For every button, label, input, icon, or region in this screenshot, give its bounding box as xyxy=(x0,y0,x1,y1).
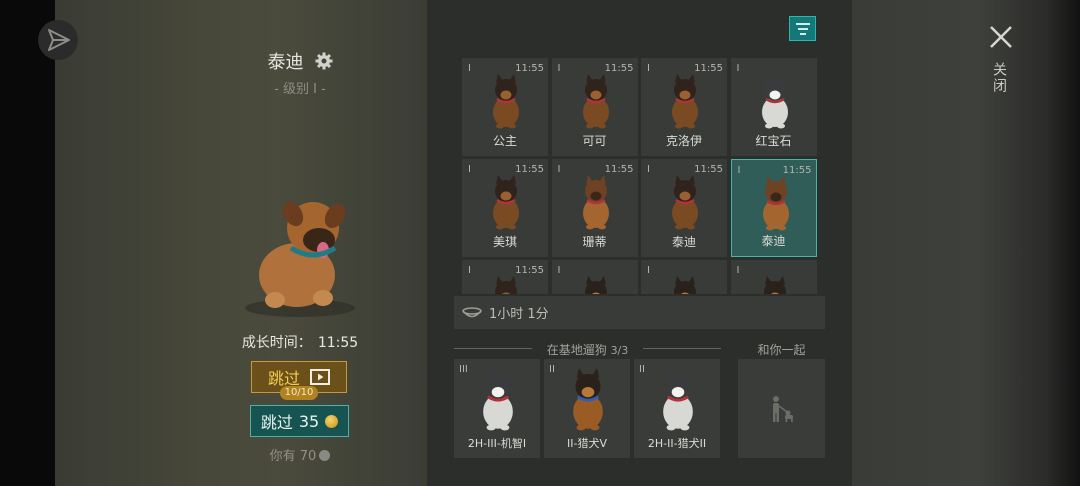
dog-card[interactable]: I 红宝石 xyxy=(730,58,817,156)
gold-coin-icon xyxy=(325,414,339,428)
dog-icon xyxy=(672,175,698,230)
walk-with-you-slot[interactable] xyxy=(738,359,825,458)
filter-icon xyxy=(795,22,810,35)
dog-name: 2H-III-机智I xyxy=(467,437,527,450)
person-walking-dog-icon xyxy=(772,395,793,422)
dog-icon xyxy=(582,74,609,129)
dog-level: I xyxy=(647,63,650,74)
dog-level: I xyxy=(647,164,650,175)
dog-name: 珊蒂 xyxy=(582,235,607,249)
dog-level: I xyxy=(468,164,471,175)
base-dog-card[interactable]: III 2H-III-机智I xyxy=(454,359,540,458)
dog-level: I xyxy=(736,63,740,74)
dog-card[interactable]: I 11:55 美琪 xyxy=(462,159,548,257)
dog-grid: I 11:55 公主 I 11:55 可可 I 11:55 克洛伊 I 红宝石 I 11:55 美琪 I 11… xyxy=(462,58,817,294)
dog-icon xyxy=(495,276,517,294)
dog-icon xyxy=(493,175,519,230)
base-walk-title: 在基地遛狗 3/3 xyxy=(454,341,721,358)
dog-name: 2H-II-猎犬II xyxy=(647,437,707,450)
dog-level: II xyxy=(639,364,645,375)
with-you-label: 和你一起 xyxy=(757,343,806,357)
dog-name: 美琪 xyxy=(492,235,517,249)
base-dog-card[interactable]: II 2H-II-猎犬II xyxy=(634,359,720,458)
dog-icon xyxy=(761,74,788,129)
pet-name: 泰迪 xyxy=(267,52,304,73)
close-label[interactable]: 关闭 xyxy=(989,62,1009,94)
skip-coin-cost: 35 xyxy=(298,411,320,431)
dog-level: I xyxy=(737,165,741,176)
feed-timer-text: 1小时 1分 xyxy=(489,307,549,322)
gear-icon[interactable] xyxy=(315,52,333,74)
dog-icon xyxy=(763,276,786,294)
skip-coin-button[interactable]: 跳过 35 xyxy=(250,405,349,437)
dog-icon xyxy=(672,74,698,129)
dog-icon xyxy=(493,74,519,129)
pet-level: - 级别 I - xyxy=(274,82,326,97)
base-walk-count: 3/3 xyxy=(610,344,629,357)
dog-level: I xyxy=(468,63,471,74)
dog-name: 泰迪 xyxy=(671,235,696,249)
dog-level: I xyxy=(557,63,561,74)
letterbox-left xyxy=(0,0,55,486)
dog-level: I xyxy=(647,265,650,276)
dog-name: 泰迪 xyxy=(761,234,786,248)
skip-coin-label: 跳过 xyxy=(260,413,293,432)
feed-timer-bar: 1小时 1分 xyxy=(454,296,825,329)
coin-icon xyxy=(319,450,331,461)
dog-level: I xyxy=(736,265,740,276)
dog-icon xyxy=(573,368,603,431)
base-walk-header: 在基地遛狗 3/3 xyxy=(454,341,721,358)
dog-level: I xyxy=(468,265,471,276)
close-icon[interactable] xyxy=(986,22,1016,52)
food-bowl-icon xyxy=(462,306,482,317)
grow-time-value: 11:55 xyxy=(317,335,359,351)
dog-name: 可可 xyxy=(582,134,607,148)
dog-name: II-猎犬V xyxy=(567,437,607,450)
puppy-portrait xyxy=(245,201,355,317)
base-walk-label: 在基地遛狗 xyxy=(546,343,607,357)
paper-plane-icon xyxy=(48,29,70,51)
coin-balance: 你有 70 xyxy=(250,445,350,464)
right-side-background xyxy=(852,0,1080,486)
dog-card[interactable]: I 11:55 可可 xyxy=(551,58,638,156)
dog-card[interactable]: I xyxy=(730,260,817,294)
dog-icon xyxy=(674,276,696,294)
dog-card[interactable]: I 11:55 公主 xyxy=(462,58,548,156)
pet-title: 泰迪 xyxy=(200,48,400,74)
dog-name: 红宝石 xyxy=(755,134,792,148)
dog-icon xyxy=(584,276,607,294)
dog-level: III xyxy=(459,364,468,375)
filter-button[interactable] xyxy=(789,16,816,41)
dog-level: II xyxy=(549,364,555,375)
dog-name: 克洛伊 xyxy=(665,134,702,148)
dog-card[interactable]: I 11:55 克洛伊 xyxy=(641,58,727,156)
dog-card[interactable]: I 11:55 泰迪 xyxy=(641,159,727,257)
dog-card[interactable]: I xyxy=(641,260,727,294)
dog-card[interactable]: I xyxy=(551,260,638,294)
video-play-icon xyxy=(310,369,330,385)
dog-name: 公主 xyxy=(492,134,517,148)
dog-level: I xyxy=(557,164,561,175)
grow-time: 成长时间： 11:55 xyxy=(200,332,400,352)
base-dog-card[interactable]: II II-猎犬V xyxy=(544,359,630,458)
coin-balance-text: 你有 70 xyxy=(269,449,317,464)
dog-icon xyxy=(582,175,609,230)
share-button[interactable] xyxy=(38,20,78,60)
grow-label: 成长时间： xyxy=(241,335,312,351)
dog-level: I xyxy=(557,265,561,276)
dog-icon xyxy=(663,368,693,431)
ad-count-badge: 10/10 xyxy=(280,386,318,400)
dog-icon xyxy=(483,368,513,431)
dog-card[interactable]: I 11:55 泰迪 xyxy=(730,159,817,257)
dog-icon xyxy=(762,176,789,231)
dog-card[interactable]: I 11:55 珊蒂 xyxy=(551,159,638,257)
dog-card[interactable]: I 11:55 xyxy=(462,260,548,294)
